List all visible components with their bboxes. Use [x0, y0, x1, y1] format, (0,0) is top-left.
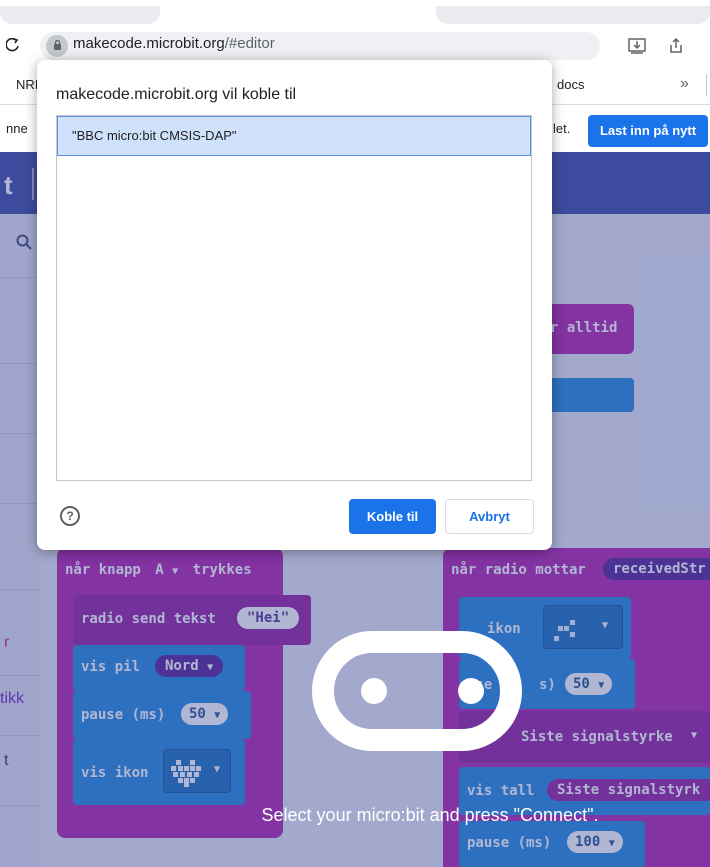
device-list-item[interactable]: "BBC micro:bit CMSIS-DAP" [57, 116, 531, 156]
bookmark-nri[interactable]: NRI [16, 77, 38, 92]
tab-strip [0, 0, 710, 26]
device-list[interactable]: "BBC micro:bit CMSIS-DAP" [56, 115, 532, 481]
microbit-led-right [458, 678, 484, 704]
lock-icon [54, 39, 61, 50]
back-icon[interactable] [6, 38, 20, 54]
browser-tab-right[interactable] [436, 6, 710, 24]
connect-hint-text: Select your micro:bit and press "Connect… [261, 805, 599, 825]
microbit-led-left [361, 678, 387, 704]
infobar-text-left: nne [6, 121, 28, 136]
microbit-connect-graphic [312, 631, 522, 751]
bookmark-divider [706, 74, 707, 96]
install-icon[interactable] [628, 38, 646, 54]
browser-tab-left[interactable] [0, 6, 160, 24]
help-icon[interactable]: ? [60, 506, 80, 526]
url-path: /#editor [224, 35, 275, 52]
url-domain: makecode.microbit.org [73, 35, 225, 52]
share-icon[interactable] [668, 37, 684, 54]
reload-button[interactable]: Last inn på nytt [588, 115, 708, 147]
cancel-button[interactable]: Avbryt [445, 499, 534, 534]
dialog-title: makecode.microbit.org vil koble til [56, 86, 297, 103]
connect-button[interactable]: Koble til [349, 499, 436, 534]
infobar-text-right: let. [553, 121, 571, 136]
device-chooser-dialog: makecode.microbit.org vil koble til "BBC… [37, 60, 552, 550]
bookmarks-overflow-button[interactable]: » [680, 75, 689, 93]
bookmark-docs[interactable]: docs [557, 77, 584, 92]
url-text: makecode.microbit.org/#editor [73, 35, 275, 52]
screen: makecode.microbit.org/#editor NRI docs »… [0, 0, 710, 867]
